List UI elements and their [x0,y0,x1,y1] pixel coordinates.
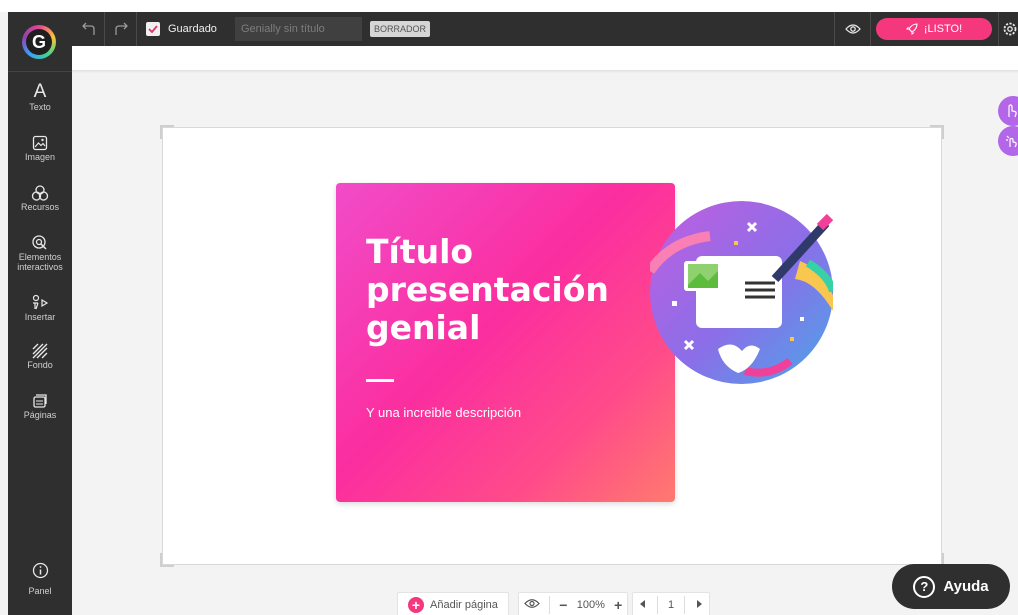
sidebar-item-recursos[interactable]: Recursos [8,182,72,212]
sidebar-item-label: Panel [28,586,52,596]
logo-letter: G [26,29,52,55]
help-button[interactable]: ? Ayuda [892,564,1010,609]
slide-title[interactable]: Título presentación genial [366,233,656,347]
zoom-in-button[interactable]: + [614,597,622,613]
zoom-controls: − 100% + [518,592,628,615]
preview-eye-button[interactable] [523,598,540,612]
chevron-left-icon [640,599,646,608]
settings-button[interactable] [1002,12,1018,46]
divider [136,12,137,46]
slide-description[interactable]: Y una increible descripción [366,405,521,420]
divider [8,71,72,72]
insert-icon [8,292,72,312]
info-icon [8,560,72,580]
sidebar-item-panel[interactable]: Panel [8,560,72,596]
chevron-right-icon [696,599,702,608]
sidebar: G A Texto Imagen Recursos Elementos inte… [8,12,72,615]
eye-icon [523,599,540,608]
divider [684,596,686,614]
sidebar-item-insertar[interactable]: Insertar [8,292,72,322]
ready-label: ¡LISTO! [923,23,963,35]
undo-icon [82,22,95,35]
help-label: Ayuda [943,578,989,595]
touch-button[interactable] [998,96,1018,126]
saved-status: Guardado [168,23,217,35]
preview-button[interactable] [838,12,868,46]
page-navigation: 1 [632,592,710,615]
sidebar-item-label: Elementos interactivos [17,252,63,272]
sidebar-item-imagen[interactable]: Imagen [8,132,72,162]
background-icon [8,340,72,360]
next-page-button[interactable] [696,599,704,612]
redo-icon [115,22,128,35]
sidebar-item-fondo[interactable]: Fondo [8,340,72,370]
text-icon: A [33,81,47,102]
logo[interactable]: G [22,25,56,59]
zoom-level: 100% [576,599,605,611]
prev-page-button[interactable] [638,599,646,612]
title-card[interactable]: Título presentación genial Y una increib… [336,183,675,502]
sidebar-item-label: Páginas [23,410,57,420]
canvas-top-band [72,46,1018,70]
top-toolbar: Guardado BORRADOR ¡LISTO! [72,12,1018,46]
rocket-icon [905,23,918,35]
draft-badge: BORRADOR [370,21,431,37]
gear-icon [1003,22,1017,36]
plus-icon: + [408,597,424,613]
sidebar-item-label: Texto [29,102,51,112]
redo-button[interactable] [108,12,134,46]
sidebar-item-label: Insertar [24,312,56,322]
sidebar-item-texto[interactable]: A Texto [8,81,72,113]
divider [656,596,658,614]
sidebar-item-paginas[interactable]: Páginas [8,390,72,420]
hand-icon [1008,104,1017,118]
add-page-button[interactable]: + Añadir página [397,592,509,615]
divider [104,12,105,46]
resources-icon [8,182,72,202]
sidebar-item-label: Fondo [27,360,53,370]
eye-icon [845,24,861,34]
sidebar-item-label: Imagen [24,152,56,162]
divider [834,12,835,46]
divider [548,596,550,614]
resize-handle[interactable] [930,125,944,139]
title-input[interactable] [235,17,362,41]
presentation-illustration[interactable] [650,201,833,384]
saved-check-icon [146,22,160,36]
divider [870,12,871,46]
interactive-icon [8,232,72,252]
divider [998,12,999,46]
question-icon: ? [913,575,936,598]
ready-button[interactable]: ¡LISTO! [876,18,992,40]
add-page-label: Añadir página [430,599,498,611]
band-shadow [72,70,1018,73]
sidebar-item-label: Recursos [20,202,59,212]
undo-button[interactable] [76,12,102,46]
interaction-button[interactable] [998,126,1018,156]
resize-handle[interactable] [160,125,174,139]
resize-handle[interactable] [160,553,174,567]
zoom-out-button[interactable]: − [559,597,567,613]
sidebar-item-elementos-interactivos[interactable]: Elementos interactivos [8,232,72,272]
top-strip [0,0,1018,12]
title-underline [366,379,394,382]
page-number: 1 [667,599,675,611]
tap-icon [1006,135,1017,148]
pages-icon [8,390,72,410]
image-icon [8,132,72,152]
